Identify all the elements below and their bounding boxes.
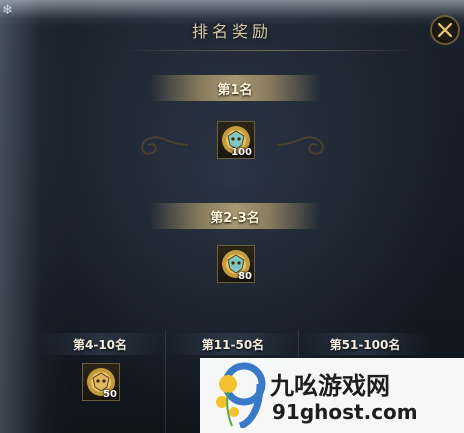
site-watermark: 九吆游戏网 91ghost.com: [200, 358, 464, 433]
close-button[interactable]: [430, 15, 460, 45]
reward-item-rank-1[interactable]: 100: [217, 121, 255, 159]
rank-1-banner: 第1名: [150, 75, 320, 101]
cloud-swirl-left-ornament: [141, 136, 189, 155]
reward-count: 50: [103, 389, 117, 400]
title-divider: [120, 50, 420, 51]
watermark-site-name: 九吆游戏网: [270, 372, 390, 400]
rank-2-3-banner: 第2-3名: [150, 203, 320, 229]
rank-reward-dialog: ❄ 排名奖励 第1名 100 第2-3名 80 第4-10名 第11-50名 第…: [0, 0, 464, 433]
reward-item-rank-4-10[interactable]: 50: [82, 363, 120, 401]
close-x-icon: [437, 22, 453, 38]
reward-count: 100: [231, 147, 252, 158]
rank-51-100-label: 第51-100名: [300, 333, 430, 355]
flower-nine-logo-icon: [216, 362, 266, 428]
rank-11-50-label: 第11-50名: [168, 333, 298, 355]
frost-border-left: [0, 0, 70, 433]
column-divider: [165, 330, 166, 433]
watermark-url: 91ghost.com: [272, 400, 418, 424]
rank-4-10-label: 第4-10名: [35, 333, 165, 355]
cloud-swirl-right-ornament: [276, 136, 324, 155]
snowflake-icon: ❄: [2, 3, 13, 18]
dialog-title: 排名奖励: [191, 22, 272, 41]
reward-item-rank-2-3[interactable]: 80: [217, 245, 255, 283]
reward-count: 80: [238, 271, 252, 282]
